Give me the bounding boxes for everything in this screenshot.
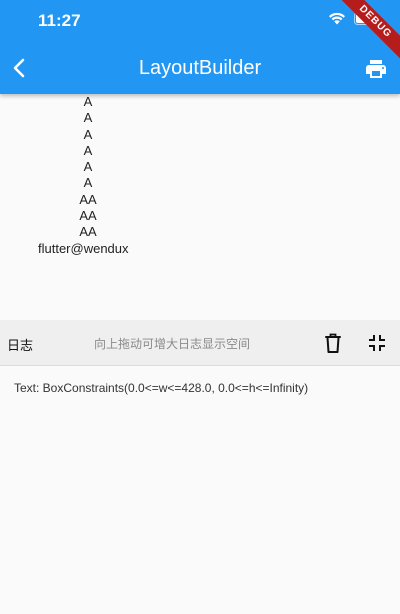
wifi-icon (328, 12, 346, 25)
text-item: A (83, 175, 93, 191)
text-item: A (83, 142, 93, 158)
log-panel-header[interactable]: 日志 向上拖动可增大日志显示空间 (0, 320, 400, 366)
delete-icon[interactable] (323, 332, 343, 354)
layout-content: A A A A A A AA AA AA flutter@wendux (0, 94, 400, 320)
text-item: AA (79, 224, 97, 240)
author-text: flutter@wendux (38, 240, 129, 256)
text-item: A (83, 94, 93, 109)
text-item: A (83, 126, 93, 142)
page-title: LayoutBuilder (138, 57, 262, 79)
text-item: A (83, 110, 93, 126)
text-column: A A A A A A AA AA AA flutter@wendux (38, 94, 138, 257)
text-item: AA (79, 191, 97, 207)
log-label: 日志 (7, 338, 34, 353)
app-bar: 11:27 DEBUG LayoutBuilder (0, 0, 400, 94)
log-hint: 向上拖动可增大日志显示空间 (94, 337, 251, 351)
collapse-icon[interactable] (367, 333, 387, 353)
print-icon[interactable] (364, 57, 388, 81)
text-item: AA (79, 208, 97, 224)
text-item: A (83, 159, 93, 175)
status-time: 11:27 (38, 11, 81, 30)
log-panel-body[interactable]: Text: BoxConstraints(0.0<=w<=428.0, 0.0<… (0, 367, 400, 614)
log-line: Text: BoxConstraints(0.0<=w<=428.0, 0.0<… (14, 381, 309, 395)
